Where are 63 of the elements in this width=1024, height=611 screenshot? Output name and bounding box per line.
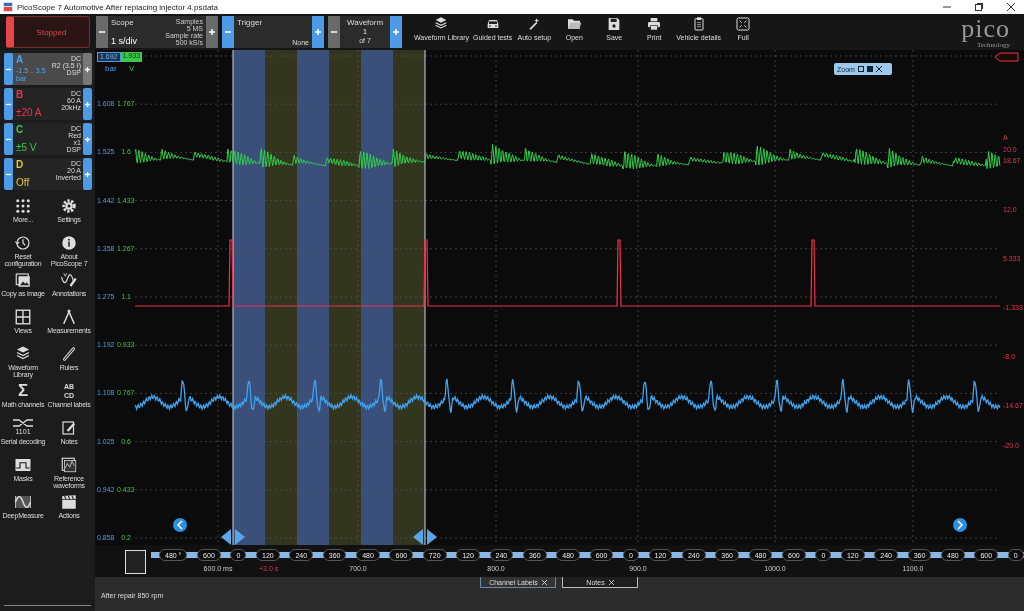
mask-icon xyxy=(14,456,32,474)
channel-name: A xyxy=(16,55,24,65)
minus-icon xyxy=(330,28,338,36)
plus-icon xyxy=(314,28,322,36)
image-icon xyxy=(14,271,32,289)
increase-button[interactable] xyxy=(390,16,402,48)
sine-wave-icon xyxy=(14,493,32,511)
channel-range: Off xyxy=(16,177,30,188)
note-icon xyxy=(60,419,78,437)
window-title: PicoScope 7 Automotive After replacing injector 4.psdata xyxy=(17,2,218,12)
compass-icon xyxy=(60,308,78,326)
app-icon xyxy=(3,2,13,12)
close-icon[interactable] xyxy=(875,66,882,72)
fullscreen-icon xyxy=(735,16,752,32)
info-icon xyxy=(60,234,78,252)
decrease-button[interactable] xyxy=(222,16,234,48)
scroll-handle[interactable] xyxy=(125,550,146,574)
increase-button[interactable] xyxy=(83,88,92,120)
increase-button[interactable] xyxy=(83,158,92,190)
chart-icon xyxy=(60,456,78,474)
channel-name: B xyxy=(16,90,24,100)
restore-icon[interactable] xyxy=(974,2,984,12)
decrease-button[interactable] xyxy=(328,16,340,48)
waveform-index: 1 xyxy=(362,27,368,36)
increase-button[interactable] xyxy=(83,53,92,85)
grid-icon xyxy=(14,308,32,326)
axis-unit: bar xyxy=(105,64,117,73)
plus-icon xyxy=(84,65,91,73)
timebase-value: 1 s/div xyxy=(111,36,137,46)
restore-icon[interactable] xyxy=(857,66,864,72)
pen-icon xyxy=(60,271,78,289)
offset-marker[interactable] xyxy=(994,52,1019,62)
increase-button[interactable] xyxy=(312,16,324,48)
maximize-icon[interactable] xyxy=(866,66,873,72)
scope-title: Scope xyxy=(111,18,135,27)
minus-icon xyxy=(98,28,106,36)
decrease-button[interactable] xyxy=(96,16,108,48)
waveform-title: Waveform xyxy=(346,18,384,27)
ruler-icon xyxy=(60,345,78,363)
plus-icon xyxy=(392,28,400,36)
scroll-left-button[interactable] xyxy=(173,518,187,532)
history-icon xyxy=(14,234,32,252)
plus-icon xyxy=(84,135,91,143)
sigma-icon: Σ xyxy=(17,382,29,400)
plus-icon xyxy=(84,100,91,108)
dots-grid-icon xyxy=(14,197,32,215)
increase-button[interactable] xyxy=(83,123,92,155)
scroll-right-button[interactable] xyxy=(953,518,967,532)
channel-name: C xyxy=(16,125,24,135)
stop-button[interactable]: Stopped xyxy=(6,16,90,48)
plus-icon xyxy=(208,28,216,36)
plus-icon xyxy=(84,170,91,178)
trigger-title: Trigger xyxy=(237,18,264,27)
clapper-icon xyxy=(60,493,78,511)
channel-range: ±5 V xyxy=(16,142,37,153)
close-icon[interactable] xyxy=(1006,2,1016,12)
minus-icon xyxy=(224,28,232,36)
settings-icon xyxy=(60,197,78,215)
folder-icon xyxy=(566,16,583,32)
channel-range: ±20 A xyxy=(16,107,42,118)
channel-name: D xyxy=(16,160,24,170)
increase-button[interactable] xyxy=(206,16,218,48)
axis-unit: V xyxy=(129,64,135,73)
